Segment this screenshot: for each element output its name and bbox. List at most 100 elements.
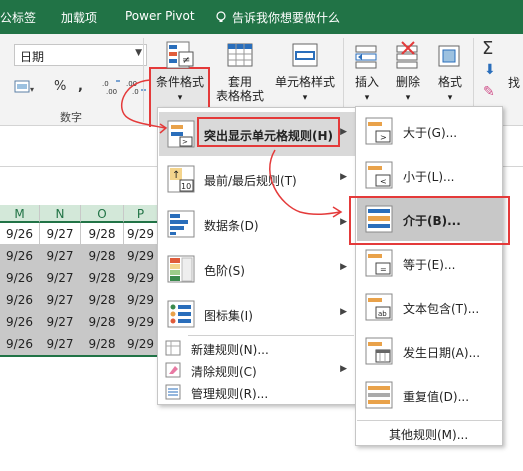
svg-text:↑: ↑ [172, 170, 180, 181]
grid-cell[interactable]: 9/28 [81, 267, 124, 289]
menu-item-label: 新建规则(N)... [191, 343, 269, 357]
grid-cell[interactable]: 9/26 [0, 245, 40, 267]
insert-cells-icon [355, 45, 377, 69]
less-than-icon: < [365, 161, 393, 189]
percent-style-button[interactable]: % [54, 79, 66, 94]
delete-label: 删除 [395, 75, 420, 89]
grid-cell[interactable]: 9/26 [0, 311, 40, 333]
grid-cell[interactable]: 9/27 [40, 333, 81, 355]
new-rule-icon [165, 340, 181, 356]
grid-cell[interactable]: 9/29 [124, 223, 158, 245]
svg-text:.0: .0 [102, 80, 109, 88]
grid-cell[interactable]: 9/28 [81, 311, 124, 333]
duplicate-values-icon [365, 381, 393, 409]
submenu-item-more-rules[interactable]: 其他规则(M)... [357, 420, 503, 444]
grid-cell[interactable]: 9/26 [0, 267, 40, 289]
fill-down-icon[interactable]: ⬇ [484, 62, 496, 78]
grid-cell[interactable]: 9/27 [40, 223, 81, 245]
chevron-right-icon: ▶ [340, 307, 347, 317]
submenu-item-label: 等于(E)... [403, 258, 456, 272]
grid-cell[interactable]: 9/28 [81, 289, 124, 311]
format-as-table-button[interactable]: 套用 表格格式 [210, 40, 270, 103]
tell-me-search[interactable]: 告诉我你想要做什么 [232, 9, 340, 26]
grid-cell[interactable]: 9/26 [0, 223, 40, 245]
highlight-rules-submenu: > 大于(G)... < 小于(L)... 介于(B)... = 等于(E)..… [355, 106, 503, 446]
conditional-format-label: 条件格式 [155, 75, 204, 89]
svg-text:▾: ▾ [30, 85, 34, 94]
accounting-format-icon[interactable]: ▾ [14, 78, 36, 96]
comma-style-button[interactable]: , [78, 79, 83, 94]
submenu-item-greater-than[interactable]: > 大于(G)... [357, 109, 503, 153]
menu-item-new-rule[interactable]: 新建规则(N)... [159, 337, 355, 359]
menu-item-color-scales[interactable]: 色阶(S) ▶ [159, 247, 355, 291]
insert-label: 插入 [354, 75, 379, 89]
grid-cell[interactable]: 9/28 [81, 333, 124, 355]
grid-cell[interactable]: 9/26 [0, 333, 40, 355]
grid-cell[interactable]: 9/29 [124, 267, 158, 289]
menu-item-label: 管理规则(R)... [191, 387, 269, 401]
svg-text:.0: .0 [132, 88, 139, 96]
grid-cell[interactable]: 9/26 [0, 289, 40, 311]
column-header-m[interactable]: M [0, 205, 40, 223]
tab-power-pivot[interactable]: Power Pivot [125, 9, 195, 23]
data-bars-icon [167, 210, 195, 238]
ribbon-tab-bar: 公标签 加载项 Power Pivot 告诉我你想要做什么 [0, 0, 523, 34]
format-button[interactable]: 格式 ▾ [430, 40, 470, 105]
submenu-item-label: 发生日期(A)... [403, 346, 481, 360]
autosum-icon[interactable]: Σ [482, 38, 493, 59]
chevron-right-icon: ▶ [340, 217, 347, 227]
text-contains-icon: ab [365, 293, 393, 321]
tab-office-tab[interactable]: 公标签 [0, 9, 36, 26]
grid-cell[interactable]: 9/27 [40, 267, 81, 289]
increase-decimal-icon[interactable]: .0.00 [102, 78, 122, 96]
submenu-item-label: 文本包含(T)... [403, 302, 480, 316]
insert-button[interactable]: 插入 ▾ [347, 40, 387, 105]
cell-styles-label: 单元格样式 [274, 75, 335, 89]
svg-text:<: < [380, 177, 387, 186]
grid-cell[interactable]: 9/27 [40, 311, 81, 333]
submenu-item-date-occurring[interactable]: 发生日期(A)... [357, 329, 503, 373]
menu-item-clear-rules[interactable]: 清除规则(C) ▶ [159, 359, 355, 381]
color-scales-icon [167, 255, 195, 283]
grid-cell[interactable]: 9/27 [40, 245, 81, 267]
find-select-label[interactable]: 找 [508, 74, 520, 91]
grid-cell[interactable]: 9/28 [81, 245, 124, 267]
conditional-format-button[interactable]: ≠ 条件格式 ▾ [150, 40, 210, 105]
column-header-p[interactable]: P [124, 205, 158, 223]
grid-cell[interactable]: 9/29 [124, 289, 158, 311]
submenu-item-equal-to[interactable]: = 等于(E)... [357, 241, 503, 285]
equal-to-icon: = [365, 249, 393, 277]
menu-item-manage-rules[interactable]: 管理规则(R)... [159, 381, 355, 403]
font-name-combo[interactable]: 日期 ▼ [14, 44, 147, 66]
column-header-o[interactable]: O [81, 205, 124, 223]
delete-button[interactable]: 删除 ▾ [388, 40, 428, 105]
svg-text:.00: .00 [126, 80, 137, 88]
submenu-item-duplicate-values[interactable]: 重复值(D)... [357, 373, 503, 417]
eraser-icon[interactable]: ✎ [483, 84, 495, 100]
menu-separator [188, 335, 354, 336]
format-cells-icon [438, 45, 460, 67]
grid-cell[interactable]: 9/28 [81, 223, 124, 245]
menu-item-data-bars[interactable]: 数据条(D) ▶ [159, 202, 355, 246]
top-bottom-icon: ↑10 [167, 165, 195, 193]
chevron-down-icon[interactable]: ▼ [135, 48, 142, 58]
font-name-value: 日期 [20, 50, 45, 64]
cell-styles-button[interactable]: 单元格样式 ▾ [268, 40, 342, 105]
menu-item-top-bottom-rules[interactable]: ↑ 10 最前/最后规则(T) ▶ [159, 157, 355, 201]
grid-cell[interactable]: 9/29 [124, 333, 158, 355]
svg-text:>: > [182, 138, 188, 146]
delete-cells-icon [396, 41, 418, 69]
tab-addins[interactable]: 加载项 [61, 9, 97, 26]
decrease-decimal-icon[interactable]: .00.0 [126, 78, 148, 96]
submenu-item-label: 大于(G)... [403, 126, 458, 140]
grid-cell[interactable]: 9/29 [124, 245, 158, 267]
menu-item-icon-sets[interactable]: 图标集(I) ▶ [159, 292, 355, 336]
submenu-item-label: 其他规则(M)... [389, 428, 469, 442]
icon-sets-icon [167, 300, 195, 328]
svg-text:.00: .00 [106, 88, 117, 96]
grid-cell[interactable]: 9/27 [40, 289, 81, 311]
submenu-item-text-contains[interactable]: ab 文本包含(T)... [357, 285, 503, 329]
submenu-item-less-than[interactable]: < 小于(L)... [357, 153, 503, 197]
grid-cell[interactable]: 9/29 [124, 311, 158, 333]
column-header-n[interactable]: N [40, 205, 81, 223]
